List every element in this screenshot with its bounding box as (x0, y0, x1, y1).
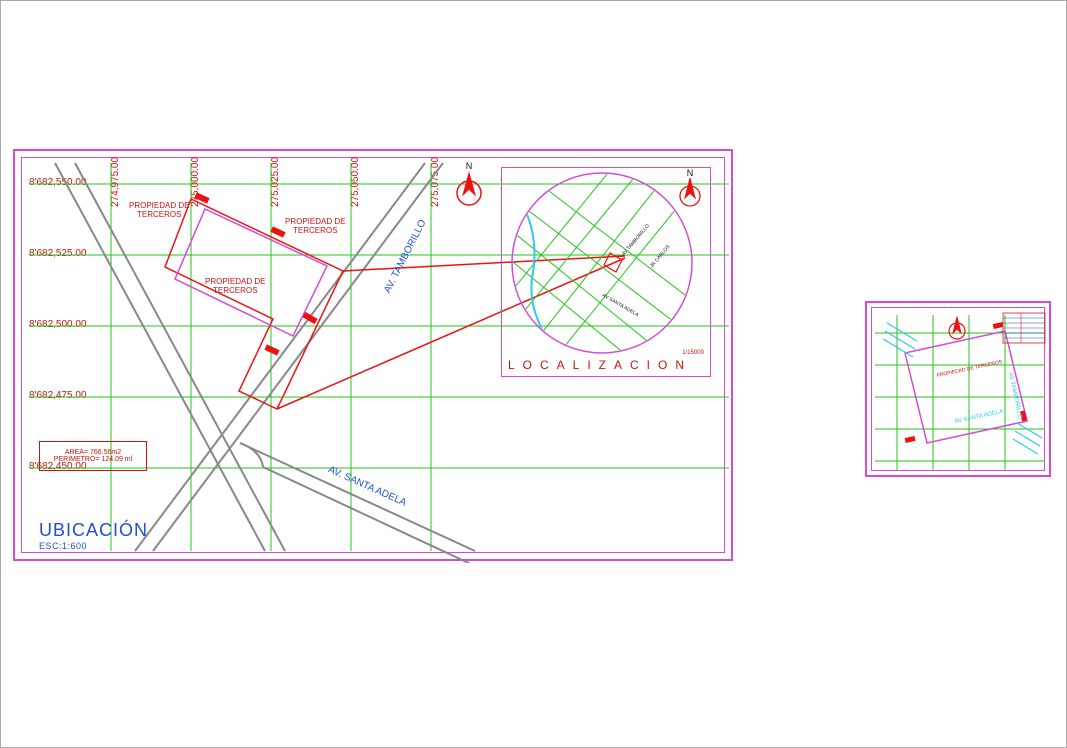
loc-scale: 1/15000 (682, 350, 704, 356)
svg-text:AV SANTA ADELA: AV SANTA ADELA (954, 409, 1004, 425)
svg-text:AV SANTA ADELA: AV SANTA ADELA (601, 293, 640, 319)
svg-text:N: N (687, 168, 694, 178)
area-value: AREA= 766.56m2 (65, 449, 121, 456)
thumb-title-block (1003, 313, 1045, 343)
ubicacion-sheet: 8'682,550.00 8'682,525.00 8'682,500.00 8… (13, 149, 733, 561)
page: 8'682,550.00 8'682,525.00 8'682,500.00 8… (0, 0, 1067, 748)
north-label: N (466, 161, 473, 171)
svg-text:AV TAMBORILLO: AV TAMBORILLO (621, 223, 651, 257)
thumb-svg: PROPIEDAD DE TERCEROS AV SANTA ADELA AV … (867, 303, 1053, 479)
north-arrow-plan: N (457, 161, 481, 205)
north-arrow-thumb (949, 317, 965, 339)
sheet-title: UBICACIÓN ESC:1:600 (39, 520, 148, 551)
prop-label-1: PROPIEDAD DETERCEROS (129, 201, 189, 219)
prop-label-3: PROPIEDAD DETERCEROS (205, 277, 265, 295)
localizacion-panel: AV TAMBORILLO AV SANTA ADELA JR CARLOS N… (501, 167, 711, 377)
north-arrow-loc: N (680, 168, 700, 206)
loc-title: LOCALIZACION (508, 358, 692, 372)
loc-svg: AV TAMBORILLO AV SANTA ADELA JR CARLOS N (502, 168, 710, 376)
thumbnail-sheet: PROPIEDAD DE TERCEROS AV SANTA ADELA AV … (865, 301, 1051, 477)
thumb-prop-label: PROPIEDAD DE TERCEROS (936, 359, 1003, 379)
svg-text:JR CARLOS: JR CARLOS (649, 243, 672, 269)
area-perimeter-box: AREA= 766.56m2 PERIMETRO= 124.09 ml (39, 441, 147, 471)
perimeter-value: PERIMETRO= 124.09 ml (54, 456, 132, 463)
prop-label-2: PROPIEDAD DETERCEROS (285, 217, 345, 235)
title-scale: ESC:1:600 (39, 541, 148, 551)
title-main: UBICACIÓN (39, 520, 148, 541)
